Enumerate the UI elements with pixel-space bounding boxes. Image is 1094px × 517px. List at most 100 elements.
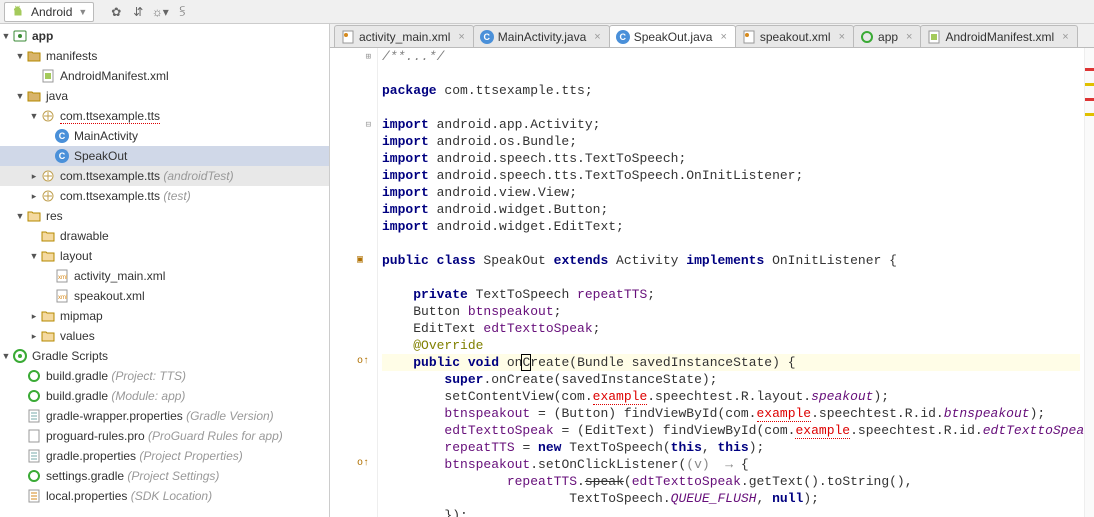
tree-node-gradle-scripts[interactable]: ▼ Gradle Scripts: [0, 346, 329, 366]
collapse-icon[interactable]: ⇵: [128, 2, 148, 22]
editor-tab[interactable]: CSpeakOut.java×: [609, 25, 736, 47]
tree-node-manifest-file[interactable]: ▼ AndroidManifest.xml: [0, 66, 329, 86]
tree-node-values[interactable]: ▸ values: [0, 326, 329, 346]
code-line[interactable]: import android.view.View;: [382, 184, 1080, 201]
warning-marker[interactable]: [1085, 83, 1094, 86]
close-icon[interactable]: ×: [458, 31, 464, 43]
override-gutter-icon[interactable]: o↑: [357, 356, 371, 370]
code-line[interactable]: Button btnspeakout;: [382, 303, 1080, 320]
tree-node-java[interactable]: ▼ java: [0, 86, 329, 106]
code-line[interactable]: EditText edtTexttoSpeak;: [382, 320, 1080, 337]
folder-icon: [26, 88, 42, 104]
close-icon[interactable]: ×: [906, 31, 912, 43]
tree-node-layout[interactable]: ▼ layout: [0, 246, 329, 266]
more-icon[interactable]: ☼▾: [150, 2, 170, 22]
tree-suffix: (Project Settings): [124, 469, 219, 483]
tree-node-pkg-main[interactable]: ▼ com.ttsexample.tts: [0, 106, 329, 126]
tree-node-proguard[interactable]: ▼ proguard-rules.pro (ProGuard Rules for…: [0, 426, 329, 446]
tree-node-drawable[interactable]: ▼ drawable: [0, 226, 329, 246]
module-selector[interactable]: Android ▼: [4, 2, 94, 22]
code-line[interactable]: [382, 269, 1080, 286]
code-line[interactable]: btnspeakout = (Button) findViewById(com.…: [382, 405, 1080, 422]
tree-suffix: (Project: TTS): [108, 369, 186, 383]
tree-label: build.gradle: [46, 389, 108, 403]
tree-node-mipmap[interactable]: ▸ mipmap: [0, 306, 329, 326]
gradle-file-icon: [26, 468, 42, 484]
tree-node-settings-gradle[interactable]: ▼ settings.gradle (Project Settings): [0, 466, 329, 486]
file-icon: [26, 428, 42, 444]
code-line[interactable]: package com.ttsexample.tts;: [382, 82, 1080, 99]
editor-tab[interactable]: activity_main.xml×: [334, 25, 474, 47]
tree-node-build-gradle-module[interactable]: ▼ build.gradle (Module: app): [0, 386, 329, 406]
code-line[interactable]: public class SpeakOut extends Activity i…: [382, 252, 1080, 269]
code-line[interactable]: repeatTTS = new TextToSpeech(this, this)…: [382, 439, 1080, 456]
code-line[interactable]: [382, 235, 1080, 252]
editor-tab[interactable]: CMainActivity.java×: [473, 25, 610, 47]
tree-label: AndroidManifest.xml: [60, 69, 169, 83]
code-line[interactable]: private TextToSpeech repeatTTS;: [382, 286, 1080, 303]
code-line[interactable]: });: [382, 507, 1080, 517]
code-line[interactable]: super.onCreate(savedInstanceState);: [382, 371, 1080, 388]
class-gutter-icon[interactable]: ▣: [357, 254, 371, 268]
tree-label: com.ttsexample.tts: [60, 189, 160, 203]
override-gutter-icon[interactable]: o↑: [357, 458, 371, 472]
folder-icon: [40, 228, 56, 244]
tree-node-res[interactable]: ▼ res: [0, 206, 329, 226]
code-line[interactable]: import android.os.Bundle;: [382, 133, 1080, 150]
code-line[interactable]: repeatTTS.speak(edtTexttoSpeak.getText()…: [382, 473, 1080, 490]
tree-node-speakout[interactable]: ▼ C SpeakOut: [0, 146, 329, 166]
tree-suffix: (Project Properties): [136, 449, 243, 463]
tree-node-mainactivity[interactable]: ▼ C MainActivity: [0, 126, 329, 146]
code-line[interactable]: setContentView(com.example.speechtest.R.…: [382, 388, 1080, 405]
fold-icon[interactable]: ⊞: [366, 52, 371, 62]
editor-gutter[interactable]: ⊞ ⊟ ▣ o↑ o↑: [330, 48, 378, 517]
code-line[interactable]: [382, 65, 1080, 82]
close-icon[interactable]: ×: [839, 31, 845, 43]
tree-node-app[interactable]: ▼ app: [0, 26, 329, 46]
tree-node-gradle-props[interactable]: ▼ gradle.properties (Project Properties): [0, 446, 329, 466]
code-line[interactable]: import android.speech.tts.TextToSpeech;: [382, 150, 1080, 167]
code-line[interactable]: import android.widget.EditText;: [382, 218, 1080, 235]
code-line[interactable]: edtTexttoSpeak = (EditText) findViewById…: [382, 422, 1080, 439]
editor-tab[interactable]: AndroidManifest.xml×: [920, 25, 1077, 47]
editor-tabs: activity_main.xml×CMainActivity.java×CSp…: [330, 24, 1094, 48]
tree-node-pkg-test[interactable]: ▸ com.ttsexample.tts (test): [0, 186, 329, 206]
properties-icon: [26, 488, 42, 504]
code-line[interactable]: import android.speech.tts.TextToSpeech.O…: [382, 167, 1080, 184]
error-marker[interactable]: [1085, 68, 1094, 71]
close-icon[interactable]: ×: [1062, 31, 1068, 43]
code-line[interactable]: TextToSpeech.QUEUE_FLUSH, null);: [382, 490, 1080, 507]
tree-node-layout-activity-main[interactable]: ▼ xml activity_main.xml: [0, 266, 329, 286]
manifest-icon: [927, 30, 941, 44]
tree-label: values: [60, 329, 95, 343]
code-line[interactable]: btnspeakout.setOnClickListener((v) → {: [382, 456, 1080, 473]
project-tree-panel[interactable]: ▼ app ▼ manifests: [0, 24, 330, 517]
code-area[interactable]: /**...*/ package com.ttsexample.tts; imp…: [378, 48, 1084, 517]
code-line[interactable]: import android.app.Activity;: [382, 116, 1080, 133]
code-editor[interactable]: ⊞ ⊟ ▣ o↑ o↑ /**...*/ package com.ttsexample.…: [330, 48, 1094, 517]
tree-node-build-gradle-project[interactable]: ▼ build.gradle (Project: TTS): [0, 366, 329, 386]
code-line[interactable]: import android.widget.Button;: [382, 201, 1080, 218]
error-marker[interactable]: [1085, 98, 1094, 101]
code-line[interactable]: /**...*/: [382, 48, 1080, 65]
tree-node-layout-speakout[interactable]: ▼ xml speakout.xml: [0, 286, 329, 306]
code-line[interactable]: [382, 99, 1080, 116]
tree-node-local-props[interactable]: ▼ local.properties (SDK Location): [0, 486, 329, 506]
code-line[interactable]: @Override: [382, 337, 1080, 354]
xml-icon: xml: [54, 288, 70, 304]
editor-tab[interactable]: speakout.xml×: [735, 25, 854, 47]
editor-tab[interactable]: app×: [853, 25, 921, 47]
settings-icon[interactable]: ⫓: [172, 2, 192, 22]
tree-label: com.ttsexample.tts: [60, 109, 160, 124]
warning-marker[interactable]: [1085, 113, 1094, 116]
module-selector-label: Android: [31, 5, 72, 19]
fold-icon[interactable]: ⊟: [366, 120, 371, 130]
close-icon[interactable]: ×: [720, 31, 726, 43]
close-icon[interactable]: ×: [594, 31, 600, 43]
tree-node-gradle-wrapper[interactable]: ▼ gradle-wrapper.properties (Gradle Vers…: [0, 406, 329, 426]
code-line[interactable]: public void onCreate(Bundle savedInstanc…: [382, 354, 1080, 371]
tree-node-manifests[interactable]: ▼ manifests: [0, 46, 329, 66]
tree-node-pkg-androidtest[interactable]: ▸ com.ttsexample.tts (androidTest): [0, 166, 329, 186]
sync-icon[interactable]: ✿: [106, 2, 126, 22]
error-stripe[interactable]: [1084, 48, 1094, 517]
